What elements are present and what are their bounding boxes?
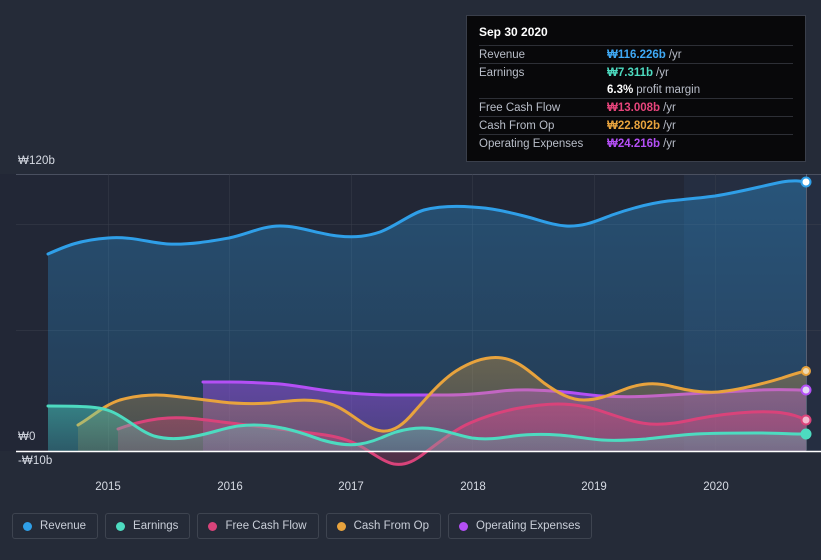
chart-tooltip: Sep 30 2020 Revenue ₩116.226b /yr Earnin… [466,15,806,162]
tooltip-unit-free-cash-flow: /yr [663,102,676,114]
tooltip-row-operating-expenses: Operating Expenses ₩24.216b /yr [479,134,793,152]
legend-dot-free-cash-flow-icon [208,521,218,531]
legend-dot-revenue-icon [23,521,32,531]
legend-item-operating-expenses[interactable]: Operating Expenses [448,513,593,539]
stock-financials-chart-widget: ₩120b ₩0 -₩10b 2015 2016 2017 2018 2019 … [0,0,821,560]
legend-dot-earnings-icon [116,521,126,531]
tooltip-row-cash-from-op: Cash From Op ₩22.802b /yr [479,116,793,134]
legend-label-free-cash-flow: Free Cash Flow [225,520,307,532]
tooltip-value-free-cash-flow: ₩13.008b [607,102,661,114]
tooltip-row-profit-margin: 6.3% profit margin [479,81,793,98]
legend-item-cash-from-op[interactable]: Cash From Op [325,513,442,539]
tooltip-row-free-cash-flow: Free Cash Flow ₩13.008b /yr [479,98,793,116]
tooltip-row-earnings: Earnings ₩7.311b /yr [479,63,793,81]
tooltip-label-earnings: Earnings [479,67,525,79]
tooltip-label-operating-expenses: Operating Expenses [479,138,584,150]
x-axis-label-2016: 2016 [217,481,243,493]
legend-label-cash-from-op: Cash From Op [353,520,430,532]
tooltip-row-revenue: Revenue ₩116.226b /yr [479,45,793,63]
legend-label-revenue: Revenue [40,520,87,532]
tooltip-value-operating-expenses: ₩24.216b [607,138,661,150]
legend-item-free-cash-flow[interactable]: Free Cash Flow [197,513,319,539]
tooltip-unit-operating-expenses: /yr [663,138,676,150]
tooltip-unit-earnings: /yr [656,67,669,79]
legend-label-operating-expenses: Operating Expenses [476,520,581,532]
legend-item-earnings[interactable]: Earnings [105,513,191,539]
x-axis-label-2018: 2018 [460,481,486,493]
tooltip-unit-revenue: /yr [668,49,682,61]
legend-dot-operating-expenses-icon [459,521,469,531]
chart-legend: Revenue Earnings Free Cash Flow Cash Fro… [12,513,593,539]
tooltip-value-revenue: ₩116.226b [607,49,666,61]
tooltip-date: Sep 30 2020 [479,25,548,39]
x-axis-label-2015: 2015 [95,481,121,493]
tooltip-label-cash-from-op: Cash From Op [479,120,555,132]
legend-item-revenue[interactable]: Revenue [12,513,99,539]
x-axis-label-2020: 2020 [703,481,729,493]
legend-label-earnings: Earnings [133,520,179,532]
x-axis-label-2017: 2017 [338,481,364,493]
tooltip-label-revenue: Revenue [479,49,526,61]
tooltip-value-cash-from-op: ₩22.802b [607,120,661,132]
tooltip-label-free-cash-flow: Free Cash Flow [479,102,561,114]
tooltip-unit-cash-from-op: /yr [663,120,676,132]
x-axis-label-2019: 2019 [581,481,607,493]
tooltip-value-earnings: ₩7.311b [607,67,654,79]
legend-dot-cash-from-op-icon [336,521,346,531]
tooltip-value-profit-margin: 6.3% [607,84,634,96]
tooltip-unit-profit-margin: profit margin [636,84,701,96]
